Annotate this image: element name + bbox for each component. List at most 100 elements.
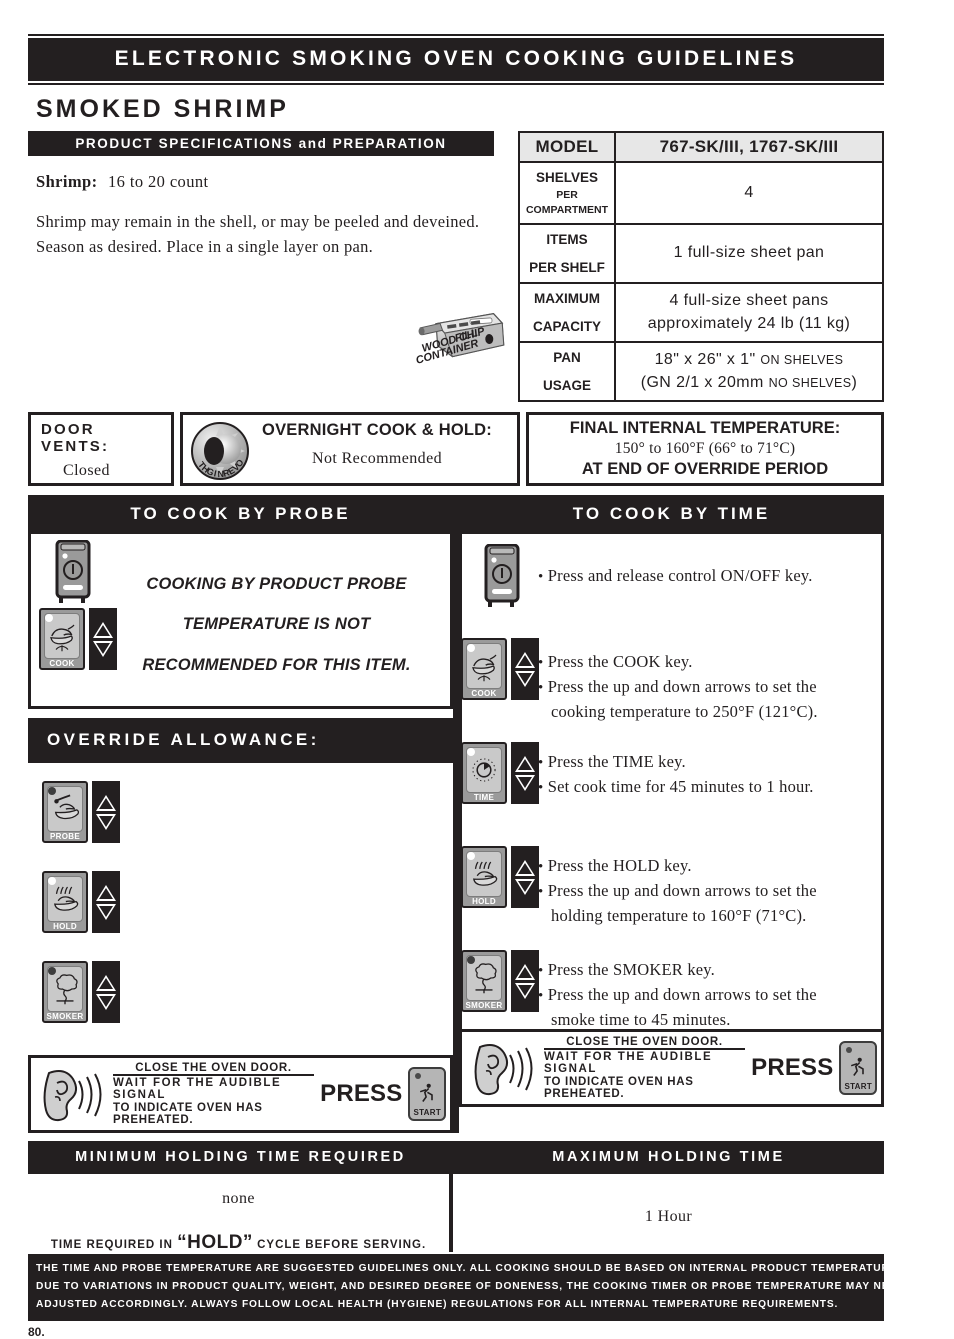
start-key-label: START xyxy=(413,1108,442,1117)
smoker-key-group[interactable]: SMOKER xyxy=(42,961,453,1023)
power-key-icon[interactable] xyxy=(482,543,522,608)
hold-key-group[interactable]: HOLD xyxy=(42,871,453,933)
press-instructions: CLOSE THE OVEN DOOR. WAIT FOR THE AUDIBL… xyxy=(113,1062,315,1126)
smoker-key-led-icon xyxy=(467,956,475,964)
svg-text:N: N xyxy=(217,469,224,479)
press-line-2: WAIT FOR THE AUDIBLE SIGNAL xyxy=(544,1048,746,1075)
list-item: SMOKER xyxy=(42,961,453,1051)
specifications-block: PRODUCT SPECIFICATIONS and PREPARATION S… xyxy=(28,131,884,404)
power-key-icon[interactable] xyxy=(53,539,93,604)
hold-key-label: HOLD xyxy=(472,897,496,906)
start-key-icon[interactable]: START xyxy=(839,1041,877,1095)
cook-key-group[interactable]: COOK xyxy=(461,638,539,700)
probe-key-led-icon xyxy=(48,787,56,795)
smoker-arrow-keys[interactable] xyxy=(511,950,539,1012)
minimum-holding-header: MINIMUM HOLDING TIME REQUIRED xyxy=(28,1141,453,1174)
list-item: PROBE xyxy=(42,781,453,871)
cook-arrow-keys[interactable] xyxy=(511,638,539,700)
cook-by-time-column: TO COOK BY TIME • Press and release cont… xyxy=(459,495,884,1133)
overnight-panel: O V E R N I G H T OVERNIGHT COOK & HOLD:… xyxy=(180,412,520,486)
smoker-key-icon[interactable]: SMOKER xyxy=(42,961,88,1023)
hold-arrow-keys[interactable] xyxy=(511,846,539,908)
arrow-down-icon[interactable] xyxy=(515,878,535,895)
arrow-down-icon[interactable] xyxy=(515,670,535,687)
arrow-up-icon[interactable] xyxy=(93,621,113,638)
time-key-icon[interactable]: TIME xyxy=(461,742,507,804)
arrow-up-icon[interactable] xyxy=(96,794,116,811)
arrow-down-icon[interactable] xyxy=(515,982,535,999)
press-instructions: CLOSE THE OVEN DOOR. WAIT FOR THE AUDIBL… xyxy=(544,1036,746,1100)
list-item: • Press and release control ON/OFF key. xyxy=(462,542,881,630)
probe-arrow-keys[interactable] xyxy=(92,781,120,843)
product-value: 16 to 20 count xyxy=(108,172,209,191)
arrow-up-icon[interactable] xyxy=(515,859,535,876)
specs-shelves-label: SHELVES PER COMPARTMENT xyxy=(518,161,616,225)
override-key-list: PROBE HOLD SMOKER xyxy=(42,781,453,1051)
arrow-up-icon[interactable] xyxy=(96,974,116,991)
cook-key-icon[interactable]: COOK xyxy=(461,638,507,700)
press-line-1: CLOSE THE OVEN DOOR. xyxy=(566,1036,723,1048)
specs-pan-value: 18" x 26" x 1" ON SHELVES (GN 2/1 x 20mm… xyxy=(614,341,884,403)
probe-key-group[interactable]: PROBE xyxy=(42,781,453,843)
cook-by-time-steps: • Press and release control ON/OFF key. xyxy=(459,534,884,1032)
cook-key-group[interactable]: COOK xyxy=(39,608,117,670)
banner-title: ELECTRONIC SMOKING OVEN COOKING GUIDELIN… xyxy=(28,40,884,79)
arrow-down-icon[interactable] xyxy=(515,774,535,791)
ear-listen-icon xyxy=(35,1065,111,1123)
wood-chip-container-icon: FILL WOOD CHIP CONTAINER xyxy=(411,296,511,376)
cook-arrow-keys[interactable] xyxy=(89,608,117,670)
smoker-key-group[interactable]: SMOKER xyxy=(461,950,539,1012)
hold-key-led-icon xyxy=(48,877,56,885)
minimum-holding-panel: MINIMUM HOLDING TIME REQUIRED none TIME … xyxy=(28,1141,453,1253)
arrow-up-icon[interactable] xyxy=(515,651,535,668)
press-line-3: TO INDICATE OVEN HAS PREHEATED. xyxy=(544,1076,694,1100)
cook-key-label: COOK xyxy=(49,659,75,668)
time-key-led-icon xyxy=(467,748,475,756)
hold-key-icon[interactable]: HOLD xyxy=(42,871,88,933)
specs-model-value: 767-SK/III, 1767-SK/III xyxy=(614,131,884,163)
list-item: SMOKER • Press the SMOKER key. • Press t… xyxy=(461,948,881,1044)
minimum-holding-value: none xyxy=(222,1190,255,1207)
press-start-row-left: CLOSE THE OVEN DOOR. WAIT FOR THE AUDIBL… xyxy=(28,1055,453,1133)
overnight-logo-icon: O V E R N I G H T xyxy=(189,420,251,482)
cook-by-probe-body: COOK COOKING BY PRODUCT PROBE TEMPERATUR… xyxy=(28,534,453,709)
table-row: PAN USAGE 18" x 26" x 1" ON SHELVES (GN … xyxy=(518,341,884,403)
press-line-2: WAIT FOR THE AUDIBLE SIGNAL xyxy=(113,1074,315,1101)
specs-items-value: 1 full-size sheet pan xyxy=(614,222,884,285)
arrow-down-icon[interactable] xyxy=(96,993,116,1010)
hold-key-icon[interactable]: HOLD xyxy=(461,846,507,908)
list-item: COOK • Press the COOK key. • Press the u… xyxy=(461,636,881,734)
preparation-body: Shrimp: 16 to 20 count Shrimp may remain… xyxy=(28,156,505,404)
door-vents-label-1: DOOR xyxy=(41,421,95,438)
arrow-up-icon[interactable] xyxy=(515,755,535,772)
arrow-up-icon[interactable] xyxy=(515,963,535,980)
banner-rule-bottom-outer xyxy=(28,83,884,85)
arrow-down-icon[interactable] xyxy=(93,640,113,657)
cook-key-icon[interactable]: COOK xyxy=(39,608,85,670)
hold-arrow-keys[interactable] xyxy=(92,871,120,933)
time-arrow-keys[interactable] xyxy=(511,742,539,804)
specs-pan-label: PAN USAGE xyxy=(518,341,616,403)
arrow-down-icon[interactable] xyxy=(96,903,116,920)
smoker-arrow-keys[interactable] xyxy=(92,961,120,1023)
press-start-row-right: CLOSE THE OVEN DOOR. WAIT FOR THE AUDIBL… xyxy=(459,1032,884,1107)
smoker-key-icon[interactable]: SMOKER xyxy=(461,950,507,1012)
page-banner: ELECTRONIC SMOKING OVEN COOKING GUIDELIN… xyxy=(28,34,884,85)
start-key-icon[interactable]: START xyxy=(408,1067,446,1121)
cook-key-led-icon xyxy=(45,614,53,622)
minimum-holding-body: none TIME REQUIRED IN “HOLD” CYCLE BEFOR… xyxy=(28,1174,453,1253)
probe-column-keys: COOK xyxy=(39,539,117,670)
press-line-3: TO INDICATE OVEN HAS PREHEATED. xyxy=(113,1102,263,1126)
probe-key-icon[interactable]: PROBE xyxy=(42,781,88,843)
maximum-holding-value: 1 Hour xyxy=(644,1208,693,1225)
cook-key-label: COOK xyxy=(471,689,497,698)
smoker-key-label: SMOKER xyxy=(465,1001,503,1010)
time-key-group[interactable]: TIME xyxy=(461,742,539,804)
final-temperature-panel: FINAL INTERNAL TEMPERATURE: 150° to 160°… xyxy=(526,412,884,486)
disclaimer-line-3: ADJUSTED ACCORDINGLY. ALWAYS FOLLOW LOCA… xyxy=(36,1298,839,1310)
hold-key-group[interactable]: HOLD xyxy=(461,846,539,908)
page-title: SMOKED SHRIMP xyxy=(36,95,289,123)
arrow-up-icon[interactable] xyxy=(96,884,116,901)
final-temperature-title: FINAL INTERNAL TEMPERATURE: xyxy=(569,419,841,437)
arrow-down-icon[interactable] xyxy=(96,813,116,830)
